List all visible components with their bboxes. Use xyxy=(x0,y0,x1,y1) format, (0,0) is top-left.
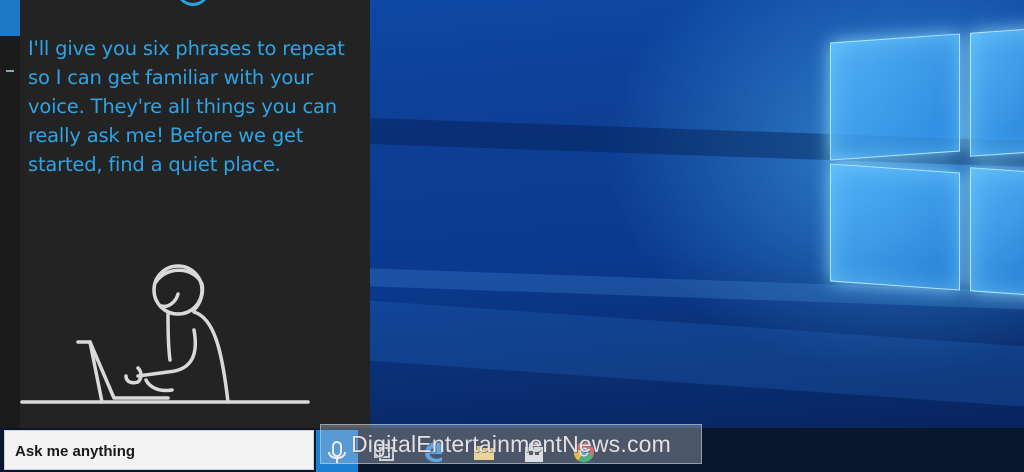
cortana-message: I'll give you six phrases to repeat so I… xyxy=(28,37,345,176)
windows-logo xyxy=(820,20,1024,297)
cortana-icon xyxy=(176,0,210,6)
wallpaper-light-beam xyxy=(357,300,1024,408)
watermark: DigitalEntertainmentNews.com xyxy=(320,424,702,464)
menu-icon[interactable] xyxy=(6,70,14,72)
windows-logo-pane xyxy=(970,167,1024,297)
windows-logo-pane xyxy=(970,27,1024,157)
home-icon[interactable] xyxy=(0,0,20,36)
search-placeholder: Ask me anything xyxy=(15,443,136,460)
windows-logo-pane xyxy=(830,163,960,291)
cortana-search-box[interactable]: Ask me anything xyxy=(4,430,314,470)
cortana-side-rail xyxy=(0,0,20,428)
person-at-laptop-illustration xyxy=(20,264,310,404)
cortana-panel: I'll give you six phrases to repeat so I… xyxy=(0,0,370,428)
windows-logo-pane xyxy=(830,33,960,161)
